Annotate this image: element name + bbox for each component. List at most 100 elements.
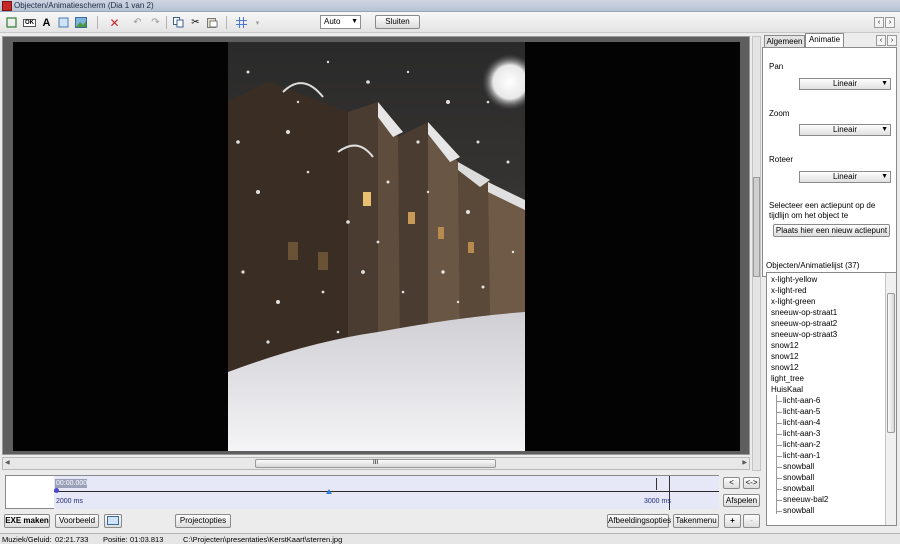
rectangle-icon[interactable] [4, 15, 19, 30]
zoom-select[interactable]: Auto ▼ [320, 15, 361, 29]
position-label: Positie: [103, 535, 128, 544]
list-item[interactable]: licht-aan-2 [783, 440, 820, 449]
button-icon[interactable]: OK [22, 15, 37, 30]
list-item[interactable]: snowball [783, 462, 814, 471]
zoom-label: Zoom [769, 109, 790, 118]
timeline-time-field[interactable]: 00:00.000 [55, 479, 87, 488]
list-item[interactable]: sneeuw-op-straat2 [771, 319, 837, 328]
tab-animation[interactable]: Animatie [805, 33, 844, 48]
paste-icon[interactable] [205, 15, 220, 30]
toolbar-separator [97, 16, 98, 29]
list-item[interactable]: snow12 [771, 352, 799, 361]
list-item[interactable]: sneeuw-op-straat1 [771, 308, 837, 317]
project-options-button[interactable]: Projectopties [175, 514, 231, 528]
make-exe-button[interactable]: EXE maken [4, 514, 50, 528]
timeline[interactable]: 00:00.000 2000 ms 3000 ms [5, 475, 719, 510]
tree-branch [776, 467, 782, 468]
list-item[interactable]: light_tree [771, 374, 804, 383]
image-icon[interactable] [73, 15, 88, 30]
frame-icon[interactable] [56, 15, 71, 30]
fullscreen-preview-button[interactable] [104, 514, 122, 528]
timeline-fit-button[interactable]: <-> [743, 477, 760, 489]
list-item[interactable]: sneeuw-op-straat3 [771, 330, 837, 339]
pan-select[interactable]: Lineair ▼ [799, 78, 891, 90]
stage-horizontal-scrollbar[interactable]: ◀ III ▶ [2, 457, 750, 470]
tree-branch [776, 434, 782, 435]
rotate-select[interactable]: Lineair ▼ [799, 171, 891, 183]
panel-tabs: Algemeen Animatie ‹ › [762, 33, 900, 48]
zoom-select[interactable]: Lineair ▼ [799, 124, 891, 136]
app-icon [2, 1, 12, 11]
add-object-button[interactable]: + [724, 514, 741, 528]
undo-icon[interactable]: ↶ [130, 15, 145, 30]
list-item[interactable]: x-light-yellow [771, 275, 817, 284]
add-keyframe-button[interactable]: Plaats hier een nieuw actiepunt [773, 224, 890, 237]
tree-branch [776, 412, 782, 413]
delete-icon[interactable]: ✕ [107, 15, 122, 30]
list-scrollbar[interactable] [885, 273, 896, 525]
bottom-bar: EXE maken Voorbeeld Projectopties Afbeel… [0, 512, 760, 530]
grid-icon[interactable] [234, 15, 249, 30]
list-item[interactable]: snowball [783, 473, 814, 482]
animation-tab-content: Pan Lineair ▼ Zoom Lineair ▼ Roteer Lineai… [762, 47, 897, 277]
timeline-start-label: 2000 ms [56, 498, 83, 505]
tab-next-icon[interactable]: › [887, 35, 897, 46]
file-path: C:\Projecten\presentaties\KerstKaart\ste… [183, 535, 343, 544]
chevron-down-icon: ▼ [881, 173, 888, 180]
redo-icon[interactable]: ↷ [148, 15, 163, 30]
tree-branch [776, 478, 782, 479]
next-slide-button[interactable]: › [885, 17, 895, 28]
list-item[interactable]: sneeuw-bal2 [783, 495, 828, 504]
play-button[interactable]: Afspelen [723, 494, 760, 507]
list-item[interactable]: x-light-green [771, 297, 815, 306]
image-options-button[interactable]: Afbeeldingsopties [607, 514, 671, 528]
window-title: Objecten/Animatiescherm (Dia 1 van 2) [14, 1, 154, 10]
scrollbar-thumb[interactable] [753, 177, 760, 277]
music-time: 02:21.733 [55, 535, 89, 544]
list-item[interactable]: snow12 [771, 363, 799, 372]
status-bar: Muziek/Geluid: 02:21.733 Positie: 01:03.… [0, 533, 900, 544]
tree-branch [776, 401, 782, 402]
scrollbar-thumb[interactable]: III [255, 459, 496, 468]
prev-slide-button[interactable]: ‹ [874, 17, 884, 28]
list-item[interactable]: licht-aan-4 [783, 418, 820, 427]
playhead-marker[interactable] [326, 489, 332, 494]
object-list-title: Objecten/Animatielijst (37) [766, 261, 860, 270]
list-item[interactable]: licht-aan-3 [783, 429, 820, 438]
keyframe-hint: Selecteer een actiepunt op de tijdlijn o… [769, 201, 876, 220]
tree-branch [776, 423, 782, 424]
list-item[interactable]: x-light-red [771, 286, 807, 295]
object-list[interactable]: x-light-yellow x-light-red x-light-green… [766, 272, 897, 526]
scrollbar-thumb[interactable] [887, 293, 895, 433]
list-item[interactable]: snow12 [771, 341, 799, 350]
scroll-left-icon[interactable]: ◀ [5, 459, 10, 466]
scroll-right-icon[interactable]: ▶ [742, 459, 747, 466]
properties-panel: Algemeen Animatie ‹ › Pan Lineair ▼ Zoom … [762, 33, 900, 530]
music-label: Muziek/Geluid: [2, 535, 52, 544]
list-item[interactable]: snowball [783, 484, 814, 493]
close-button[interactable]: Sluiten [375, 15, 420, 29]
tree-branch [776, 445, 782, 446]
position-time: 01:03.813 [130, 535, 164, 544]
timeline-prev-button[interactable]: < [723, 477, 740, 489]
list-item[interactable]: licht-aan-6 [783, 396, 820, 405]
slide-stage[interactable] [2, 36, 750, 455]
preview-button[interactable]: Voorbeeld [55, 514, 99, 528]
grid-dropdown-icon[interactable]: ▾ [250, 15, 265, 30]
text-icon[interactable]: A [39, 15, 54, 30]
copy-icon[interactable] [171, 15, 186, 30]
stage-vertical-scrollbar[interactable] [752, 36, 761, 471]
remove-object-button[interactable]: - [743, 514, 760, 528]
list-item[interactable]: snowball [783, 506, 814, 515]
task-menu-button[interactable]: Takenmenu [673, 514, 719, 528]
tab-prev-icon[interactable]: ‹ [876, 35, 886, 46]
tree-branch [776, 489, 782, 490]
list-item[interactable]: licht-aan-5 [783, 407, 820, 416]
cut-icon[interactable]: ✂ [188, 15, 203, 30]
slide-image[interactable] [228, 42, 525, 451]
list-item[interactable]: licht-aan-1 [783, 451, 820, 460]
tree-branch [776, 456, 782, 457]
keyframe-marker[interactable] [54, 488, 59, 493]
list-item[interactable]: HuisKaal [771, 385, 803, 394]
timeline-track[interactable]: 2000 ms 3000 ms [54, 476, 719, 510]
